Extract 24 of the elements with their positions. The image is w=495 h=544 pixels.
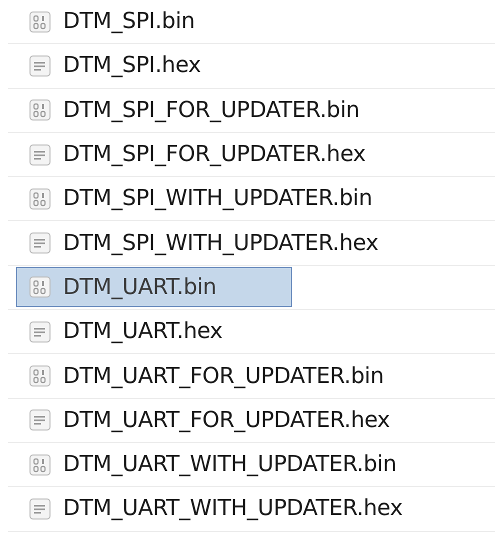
file-item[interactable]: DTM_SPI_WITH_UPDATER.hex: [16, 223, 390, 264]
text-file-icon: [29, 54, 51, 77]
file-item[interactable]: DTM_UART_FOR_UPDATER.hex: [16, 400, 401, 440]
binary-file-icon: [29, 10, 51, 33]
file-item[interactable]: DTM_SPI_FOR_UPDATER.hex: [16, 134, 377, 175]
text-file-icon: [29, 498, 51, 520]
file-item[interactable]: DTM_SPI.hex: [16, 46, 212, 86]
binary-file-icon: [29, 276, 51, 298]
file-item[interactable]: DTM_UART_FOR_UPDATER.bin: [16, 356, 395, 396]
text-file-icon: [29, 320, 51, 343]
file-item[interactable]: DTM_SPI.bin: [16, 2, 206, 42]
text-file-icon: [29, 232, 51, 254]
text-file-icon: [29, 409, 51, 432]
file-item[interactable]: DTM_SPI_WITH_UPDATER.bin: [16, 178, 384, 219]
file-item[interactable]: DTM_UART.bin: [16, 267, 292, 308]
binary-file-icon: [29, 188, 51, 210]
file-item[interactable]: DTM_UART_WITH_UPDATER.bin: [16, 444, 408, 485]
binary-file-icon: [29, 365, 51, 388]
binary-file-icon: [29, 99, 51, 122]
file-item[interactable]: DTM_UART.hex: [16, 312, 234, 352]
file-item[interactable]: DTM_SPI_FOR_UPDATER.bin: [16, 90, 371, 130]
file-item[interactable]: DTM_UART_WITH_UPDATER.hex: [16, 488, 414, 529]
text-file-icon: [29, 144, 51, 166]
binary-file-icon: [29, 454, 51, 476]
